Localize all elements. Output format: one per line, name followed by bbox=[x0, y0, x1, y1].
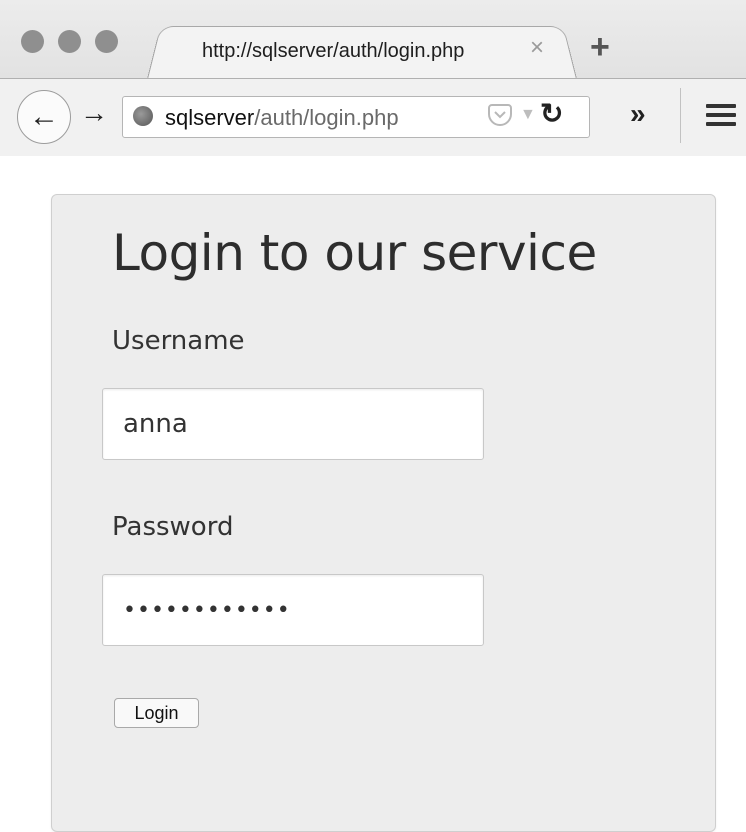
reload-icon[interactable]: ↻ bbox=[540, 100, 563, 128]
url-text[interactable]: sqlserver/auth/login.php bbox=[165, 105, 399, 131]
tab-title: http://sqlserver/auth/login.php bbox=[202, 40, 465, 62]
overflow-icon[interactable]: » bbox=[630, 100, 646, 128]
url-path: /auth/login.php bbox=[254, 105, 399, 130]
page-title: Login to our service bbox=[112, 224, 597, 282]
login-button[interactable]: Login bbox=[114, 698, 199, 728]
username-field[interactable]: anna bbox=[102, 388, 484, 460]
minimize-window-button[interactable] bbox=[58, 30, 81, 53]
forward-button[interactable]: → bbox=[80, 99, 108, 127]
url-host: sqlserver bbox=[165, 105, 255, 130]
close-window-button[interactable] bbox=[21, 30, 44, 53]
menu-icon[interactable] bbox=[706, 104, 736, 126]
globe-icon bbox=[133, 106, 153, 126]
password-label: Password bbox=[112, 512, 234, 542]
toolbar-separator bbox=[680, 88, 681, 143]
username-value: anna bbox=[123, 409, 188, 439]
close-tab-icon[interactable]: × bbox=[530, 36, 544, 60]
url-dropdown-icon[interactable]: ▼ bbox=[520, 106, 536, 124]
password-field[interactable]: •••••••••••• bbox=[102, 574, 484, 646]
new-tab-button[interactable]: + bbox=[590, 30, 610, 64]
username-label: Username bbox=[112, 326, 245, 356]
back-button[interactable]: ← bbox=[17, 90, 71, 144]
maximize-window-button[interactable] bbox=[95, 30, 118, 53]
password-value: •••••••••••• bbox=[123, 597, 291, 623]
tab-bar bbox=[0, 0, 746, 80]
back-icon: ← bbox=[29, 100, 59, 133]
